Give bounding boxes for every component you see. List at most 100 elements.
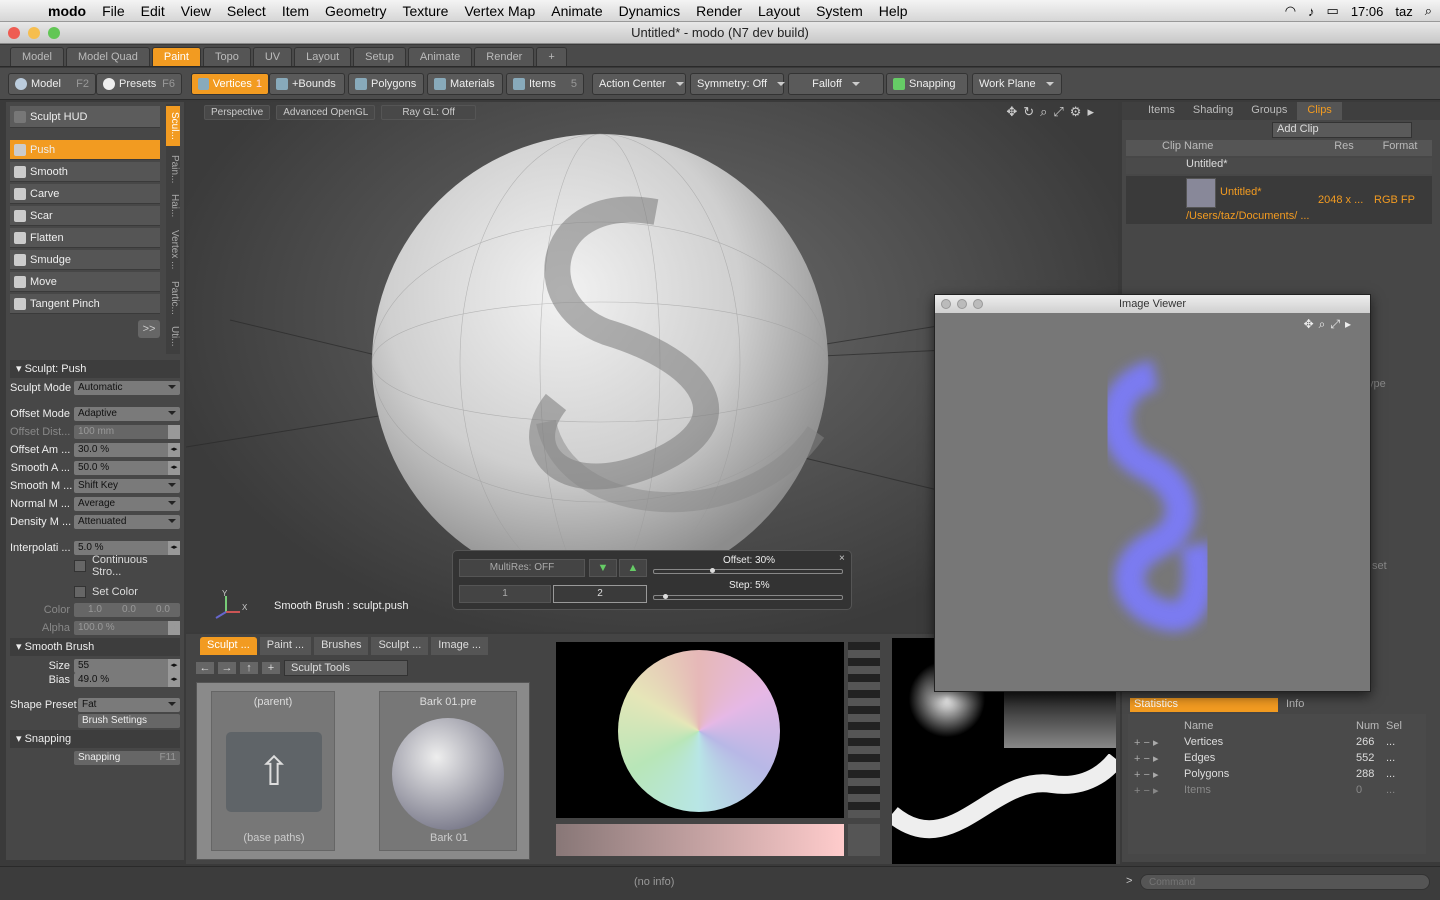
- back-arrow-icon[interactable]: ←: [196, 662, 214, 674]
- image-viewer-window[interactable]: Image Viewer ✥⌕⤢▸: [934, 294, 1371, 692]
- continuous-stroke-checkbox[interactable]: Continuous Stro...: [10, 554, 180, 578]
- menu-texture[interactable]: Texture: [395, 3, 457, 19]
- tab-info[interactable]: Info: [1278, 698, 1304, 712]
- hud-close-icon[interactable]: ×: [839, 553, 845, 564]
- color-wheel[interactable]: [618, 650, 780, 812]
- set-color-checkbox[interactable]: Set Color: [10, 584, 180, 600]
- spotlight-icon[interactable]: ⌕: [1425, 3, 1432, 19]
- col-clip-name[interactable]: Clip Name: [1126, 140, 1316, 156]
- volume-icon[interactable]: ♪: [1308, 4, 1315, 19]
- image-viewer-titlebar[interactable]: Image Viewer: [935, 295, 1370, 313]
- menu-app[interactable]: modo: [40, 3, 94, 19]
- color-picker-canvas[interactable]: [556, 642, 844, 818]
- menu-file[interactable]: File: [94, 3, 133, 19]
- prop-color[interactable]: Color 1.0 0.0 0.0: [10, 602, 180, 618]
- tab-uv[interactable]: UV: [252, 47, 293, 66]
- prop-value[interactable]: Average: [74, 497, 180, 511]
- tool-carve[interactable]: Carve: [10, 184, 160, 204]
- clip-group-row[interactable]: Untitled*: [1126, 158, 1432, 174]
- vtab-vertex[interactable]: Vertex ...: [166, 224, 180, 276]
- color-values[interactable]: 1.0 0.0 0.0: [74, 603, 180, 617]
- tab-render[interactable]: Render: [474, 47, 535, 66]
- menu-item[interactable]: Item: [274, 3, 317, 19]
- menu-render[interactable]: Render: [688, 3, 750, 19]
- bark-preset-tile[interactable]: Bark 01.pre Bark 01: [379, 691, 517, 851]
- vertices-button[interactable]: Vertices 1: [191, 73, 269, 95]
- multires-up-button[interactable]: ▲: [619, 559, 647, 577]
- items-button[interactable]: Items 5: [506, 73, 584, 95]
- tab-sculpt-tools[interactable]: Sculpt ...: [371, 637, 429, 655]
- vtab-hair[interactable]: Hai...: [166, 190, 180, 222]
- menu-select[interactable]: Select: [219, 3, 274, 19]
- model-mode-button[interactable]: Model F2: [8, 73, 96, 95]
- prop-smooth-mode[interactable]: Smooth M ... Shift Key: [10, 478, 180, 494]
- work-plane-dropdown[interactable]: Work Plane: [972, 73, 1062, 95]
- prop-smooth-amount[interactable]: Smooth A ... 50.0 %: [10, 460, 180, 476]
- vtab-sculpt[interactable]: Scul...: [166, 106, 180, 146]
- color-swatch-strip[interactable]: [556, 824, 844, 856]
- menu-vertex-map[interactable]: Vertex Map: [456, 3, 543, 19]
- multires-down-button[interactable]: ▼: [589, 559, 617, 577]
- prop-offset-distance[interactable]: Offset Dist... 100 mm: [10, 424, 180, 440]
- tool-smudge[interactable]: Smudge: [10, 250, 160, 270]
- stats-row-vertices[interactable]: + − ▸ Vertices 266...: [1134, 734, 1424, 750]
- tab-layout[interactable]: Layout: [294, 47, 352, 66]
- tab-model-quad[interactable]: Model Quad: [65, 47, 150, 66]
- clock[interactable]: 17:06: [1351, 4, 1384, 19]
- tab-paint-presets[interactable]: Paint ...: [259, 637, 312, 655]
- prop-normal-mode[interactable]: Normal M ... Average: [10, 496, 180, 512]
- brush-settings-label[interactable]: Brush Settings: [78, 714, 180, 728]
- prop-value[interactable]: 100 mm: [74, 425, 180, 439]
- offset-slider-knob[interactable]: [709, 568, 715, 573]
- tab-setup[interactable]: Setup: [353, 47, 406, 66]
- tool-tangent-pinch[interactable]: Tangent Pinch: [10, 294, 160, 314]
- prop-value[interactable]: 50.0 %: [74, 461, 180, 475]
- stats-row-edges[interactable]: + − ▸ Edges 552...: [1134, 750, 1424, 766]
- prop-value[interactable]: Shift Key: [74, 479, 180, 493]
- tab-brushes[interactable]: Brushes: [314, 637, 369, 655]
- action-center-dropdown[interactable]: Action Center: [592, 73, 686, 95]
- tab-image-ink[interactable]: Image ...: [431, 637, 489, 655]
- menu-system[interactable]: System: [808, 3, 871, 19]
- tab-sculpt-presets[interactable]: Sculpt ...: [200, 637, 257, 655]
- vtab-utility[interactable]: Uti...: [166, 320, 180, 352]
- symmetry-dropdown[interactable]: Symmetry: Off: [690, 73, 784, 95]
- clip-row[interactable]: Untitled* 2048 x ... RGB FP /Users/taz/D…: [1126, 176, 1432, 224]
- prop-value[interactable]: Automatic: [74, 381, 180, 395]
- falloff-dropdown[interactable]: Falloff: [788, 73, 884, 95]
- tool-flatten[interactable]: Flatten: [10, 228, 160, 248]
- step-slider[interactable]: [653, 594, 843, 600]
- alpha-strip[interactable]: [848, 642, 880, 818]
- tool-smooth[interactable]: Smooth: [10, 162, 160, 182]
- close-viewer-button[interactable]: [941, 299, 951, 309]
- bounds-button[interactable]: +Bounds: [269, 73, 345, 95]
- prop-offset-amount[interactable]: Offset Am ... 30.0 %: [10, 442, 180, 458]
- tab-animate[interactable]: Animate: [407, 47, 473, 66]
- multires-level-1[interactable]: 1: [459, 585, 551, 603]
- parent-folder-tile[interactable]: (parent) ⇧ (base paths): [211, 691, 335, 851]
- prop-value[interactable]: 5.0 %: [74, 541, 180, 555]
- viewer-nav-icons[interactable]: ✥⌕⤢▸: [1304, 317, 1356, 332]
- step-slider-knob[interactable]: [663, 594, 669, 599]
- stats-row-items[interactable]: + − ▸ Items 0...: [1134, 782, 1424, 798]
- brush-settings-button[interactable]: Brush Settings: [10, 713, 180, 729]
- prop-offset-mode[interactable]: Offset Mode Adaptive: [10, 406, 180, 422]
- minimize-viewer-button[interactable]: [957, 299, 967, 309]
- prop-sculpt-mode[interactable]: Sculpt Mode Automatic: [10, 380, 180, 396]
- prop-shape-preset[interactable]: Shape Preset Fat: [10, 697, 180, 713]
- tab-model[interactable]: Model: [10, 47, 64, 66]
- polygons-button[interactable]: Polygons: [348, 73, 424, 95]
- prop-value[interactable]: 100.0 %: [74, 621, 180, 635]
- col-name[interactable]: Name: [1184, 720, 1356, 732]
- checkbox-icon[interactable]: [73, 560, 86, 572]
- checkbox-icon[interactable]: [74, 586, 86, 598]
- sculpt-tools-dropdown[interactable]: Sculpt Tools: [284, 660, 408, 676]
- menu-animate[interactable]: Animate: [543, 3, 610, 19]
- smooth-brush-header[interactable]: ▾ Smooth Brush: [10, 638, 180, 656]
- tab-topo[interactable]: Topo: [202, 47, 251, 66]
- col-num[interactable]: Num: [1356, 720, 1386, 732]
- wifi-icon[interactable]: ◠: [1285, 3, 1296, 19]
- tab-paint[interactable]: Paint: [151, 47, 201, 66]
- menu-help[interactable]: Help: [871, 3, 916, 19]
- tool-scar[interactable]: Scar: [10, 206, 160, 226]
